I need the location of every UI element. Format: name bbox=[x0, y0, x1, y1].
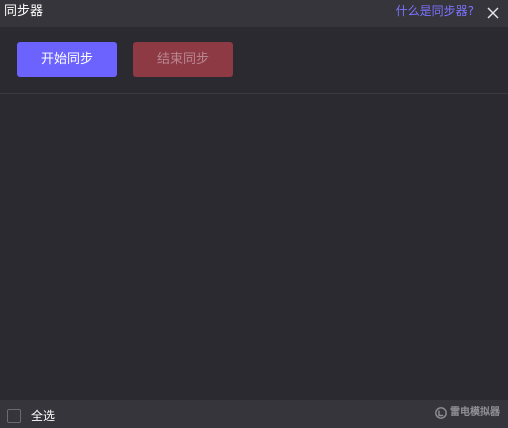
start-sync-button[interactable]: 开始同步 bbox=[17, 42, 117, 77]
select-all-checkbox[interactable] bbox=[7, 409, 21, 423]
footer-bar: 全选 雷电模拟器 bbox=[0, 400, 508, 428]
brand-watermark: 雷电模拟器 bbox=[435, 406, 500, 420]
ld-logo-icon bbox=[435, 407, 447, 419]
toolbar: 开始同步 结束同步 bbox=[0, 27, 508, 94]
close-icon bbox=[487, 7, 499, 19]
select-all-label[interactable]: 全选 bbox=[31, 408, 55, 424]
sync-window: 同步器 什么是同步器? 开始同步 结束同步 全选 雷电模拟器 bbox=[0, 0, 508, 428]
title-bar: 同步器 什么是同步器? bbox=[0, 0, 508, 27]
what-is-sync-link[interactable]: 什么是同步器? bbox=[396, 3, 474, 19]
emulator-list-area bbox=[0, 94, 508, 400]
stop-sync-button[interactable]: 结束同步 bbox=[133, 42, 233, 77]
window-title: 同步器 bbox=[4, 4, 44, 19]
brand-text: 雷电模拟器 bbox=[450, 407, 500, 418]
close-button[interactable] bbox=[482, 2, 504, 24]
